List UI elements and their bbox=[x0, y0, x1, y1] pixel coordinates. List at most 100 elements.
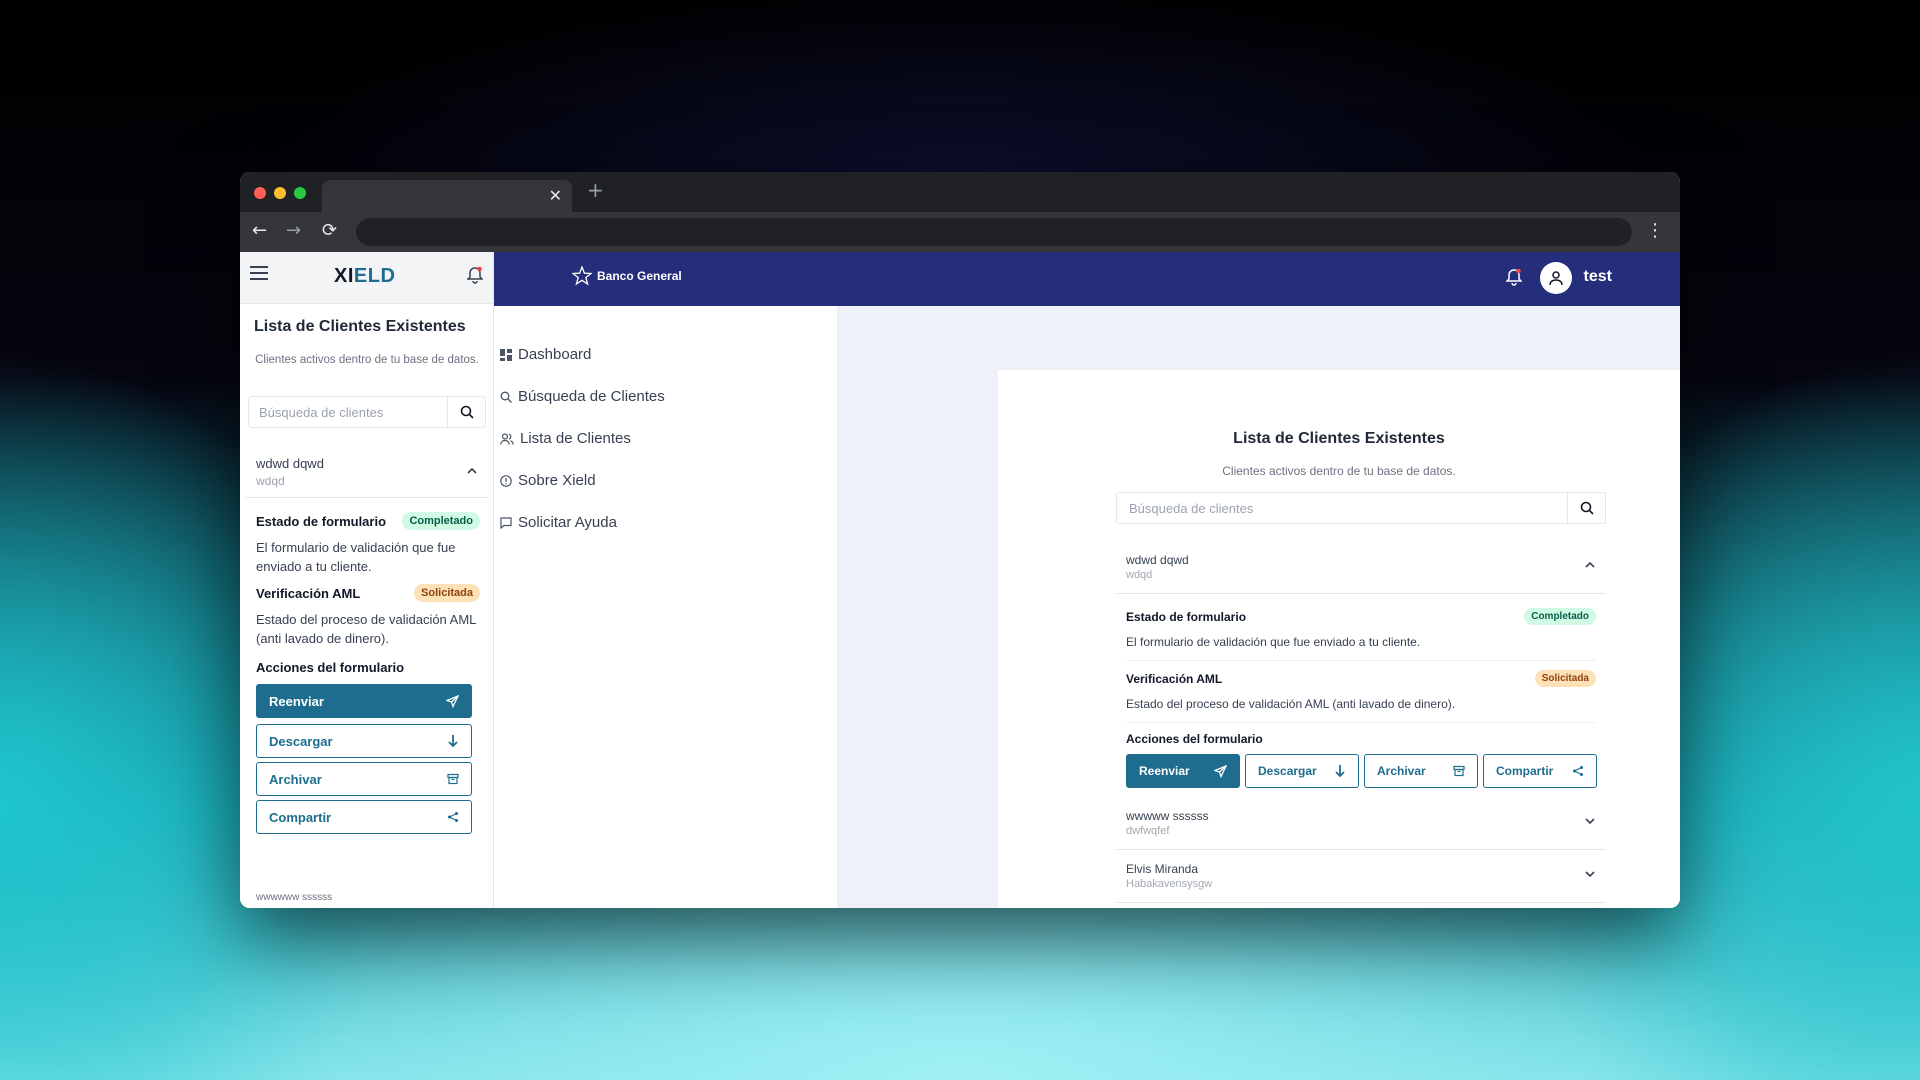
aml-label: Verificación AML bbox=[256, 586, 361, 601]
browser-toolbar: ← → ⟳ ⋮ bbox=[240, 212, 1680, 252]
search-icon bbox=[500, 391, 512, 403]
window-minimize-dot[interactable] bbox=[274, 187, 286, 199]
sidebar-item-search-clients[interactable]: Búsqueda de Clientes bbox=[500, 388, 665, 405]
sidebar-item-dashboard[interactable]: Dashboard bbox=[500, 346, 591, 363]
aml-text: Estado del proceso de validación AML (an… bbox=[1126, 697, 1456, 711]
chevron-down-icon[interactable] bbox=[1584, 869, 1596, 879]
browser-tab[interactable]: ✕ bbox=[322, 180, 572, 212]
mobile-search-button[interactable] bbox=[447, 397, 485, 427]
back-icon[interactable]: ← bbox=[252, 220, 267, 241]
divider bbox=[1126, 722, 1596, 723]
notification-bell-icon[interactable] bbox=[1506, 268, 1522, 286]
archive-icon bbox=[447, 773, 459, 785]
mobile-view: XIELD Lista de Clientes Existentes Clien… bbox=[240, 252, 494, 908]
client-sub: Habakavensysgw bbox=[1126, 878, 1213, 890]
client-sub: wdqd bbox=[1126, 569, 1153, 581]
form-state-text: El formulario de validación que fue envi… bbox=[256, 540, 456, 574]
sidebar-item-help[interactable]: Solicitar Ayuda bbox=[500, 514, 617, 531]
download-button[interactable]: Descargar bbox=[1245, 754, 1359, 788]
xield-logo: XIELD bbox=[334, 265, 396, 287]
mobile-header: XIELD bbox=[240, 252, 493, 304]
status-badge-completed: Completado bbox=[402, 512, 480, 530]
search-placeholder: Búsqueda de clientes bbox=[1129, 501, 1254, 516]
sidebar-item-about[interactable]: Sobre Xield bbox=[500, 472, 596, 489]
divider bbox=[1126, 660, 1596, 661]
sidebar-item-client-list[interactable]: Lista de Clientes bbox=[500, 430, 631, 447]
bell-icon[interactable] bbox=[467, 266, 483, 284]
client-row-header[interactable]: wdwd dqwd wdqd bbox=[246, 448, 488, 498]
client-sub: dwfwqfef bbox=[1126, 825, 1170, 837]
username[interactable]: test bbox=[1584, 268, 1612, 286]
avatar[interactable] bbox=[1540, 262, 1572, 294]
mobile-page-title: Lista de Clientes Existentes bbox=[254, 318, 466, 335]
page-subtitle: Clientes activos dentro de tu base de da… bbox=[1222, 464, 1456, 478]
brand-name: Banco General bbox=[597, 269, 682, 283]
window-maximize-dot[interactable] bbox=[294, 187, 306, 199]
browser-menu-icon[interactable]: ⋮ bbox=[1646, 220, 1664, 241]
page-viewport: XIELD Lista de Clientes Existentes Clien… bbox=[240, 252, 1680, 908]
form-state-label: Estado de formulario bbox=[1126, 610, 1247, 624]
browser-tabstrip: ✕ + bbox=[240, 172, 1680, 212]
status-badge-requested: Solicitada bbox=[1534, 670, 1596, 687]
aml-text: Estado del proceso de validación AML (an… bbox=[256, 612, 476, 646]
mobile-search-input[interactable]: Búsqueda de clientes bbox=[248, 396, 486, 428]
tab-close-icon[interactable]: ✕ bbox=[549, 186, 562, 205]
client-name: Elvis Miranda bbox=[1126, 862, 1199, 876]
list-item[interactable]: wwwww ssssss dwfwqfef bbox=[1116, 798, 1606, 850]
chat-icon bbox=[500, 516, 512, 529]
arrow-down-icon bbox=[1335, 765, 1345, 778]
grid-icon bbox=[500, 348, 512, 361]
client-sub: wdqd bbox=[256, 474, 285, 488]
bank-brand[interactable]: Banco General bbox=[572, 266, 682, 286]
top-navbar: Banco General test bbox=[494, 252, 1680, 306]
list-item[interactable]: Elvis Miranda Habakavensysgw bbox=[1116, 851, 1606, 903]
main-content: Lista de Clientes Existentes Clientes ac… bbox=[838, 306, 1680, 908]
form-state-label: Estado de formulario bbox=[256, 514, 387, 529]
resend-button[interactable]: Reenviar bbox=[256, 684, 472, 718]
hamburger-menu-icon[interactable] bbox=[250, 266, 268, 284]
forward-icon[interactable]: → bbox=[286, 220, 301, 241]
client-list-panel: Lista de Clientes Existentes Clientes ac… bbox=[998, 370, 1680, 908]
archive-button[interactable]: Archivar bbox=[256, 762, 472, 796]
form-state-text: El formulario de validación que fue envi… bbox=[1126, 635, 1421, 649]
chevron-down-icon[interactable] bbox=[1584, 816, 1596, 826]
download-button[interactable]: Descargar bbox=[256, 724, 472, 758]
client-name: wdwd dqwd bbox=[256, 456, 324, 471]
archive-icon bbox=[1453, 765, 1465, 777]
chevron-up-icon[interactable] bbox=[1584, 560, 1596, 570]
actions-label: Acciones del formulario bbox=[256, 660, 405, 675]
archive-button[interactable]: Archivar bbox=[1364, 754, 1478, 788]
address-bar[interactable] bbox=[356, 218, 1632, 246]
mobile-client-card: wdwd dqwd wdqd Estado de formulario Comp… bbox=[246, 448, 488, 908]
info-icon bbox=[500, 474, 512, 487]
search-icon bbox=[1580, 501, 1594, 515]
page-title: Lista de Clientes Existentes bbox=[1233, 430, 1445, 447]
search-input[interactable]: Búsqueda de clientes bbox=[1116, 492, 1606, 524]
share-icon bbox=[448, 812, 458, 822]
list-item[interactable]: wdwd dqwd wdqd bbox=[1116, 542, 1606, 594]
status-badge-completed: Completado bbox=[1524, 608, 1596, 625]
client-list: wdwd dqwd wdqd Estado de formulario Comp… bbox=[1116, 542, 1606, 908]
client-name: wwwww ssssss bbox=[1126, 809, 1209, 823]
browser-window: ✕ + ← → ⟳ ⋮ XIELD Lista de Clientes Exis… bbox=[240, 172, 1680, 908]
next-client-partial: wwwwww ssssss bbox=[256, 892, 333, 903]
client-name: wdwd dqwd bbox=[1126, 553, 1189, 567]
mobile-page-subtitle: Clientes activos dentro de tu base de da… bbox=[255, 354, 479, 366]
reload-icon[interactable]: ⟳ bbox=[322, 220, 337, 241]
search-button[interactable] bbox=[1567, 493, 1605, 523]
resend-button[interactable]: Reenviar bbox=[1126, 754, 1240, 788]
send-icon bbox=[1214, 764, 1227, 778]
share-button[interactable]: Compartir bbox=[256, 800, 472, 834]
aml-label: Verificación AML bbox=[1126, 672, 1223, 686]
share-button[interactable]: Compartir bbox=[1483, 754, 1597, 788]
send-icon bbox=[446, 694, 459, 708]
actions-label: Acciones del formulario bbox=[1126, 732, 1263, 746]
user-icon bbox=[1549, 271, 1563, 286]
window-close-dot[interactable] bbox=[254, 187, 266, 199]
chevron-up-icon[interactable] bbox=[466, 466, 478, 476]
new-tab-icon[interactable]: + bbox=[587, 178, 604, 202]
status-badge-requested: Solicitada bbox=[414, 584, 480, 602]
users-icon bbox=[500, 432, 514, 445]
arrow-down-icon bbox=[448, 735, 458, 748]
star-logo-icon bbox=[572, 266, 592, 286]
